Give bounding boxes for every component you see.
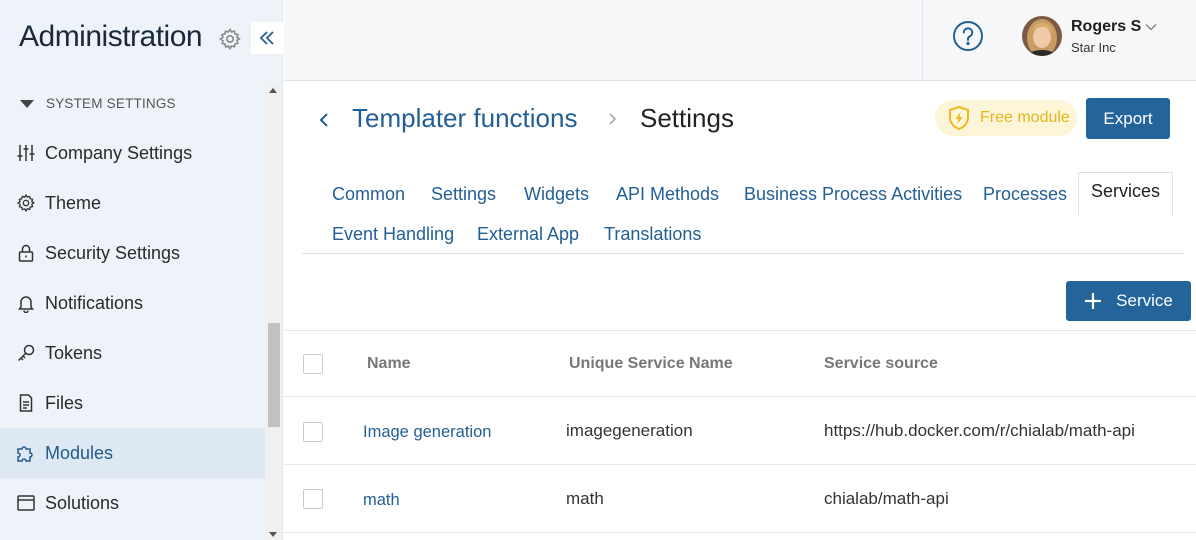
help-icon[interactable]	[952, 20, 984, 52]
collapse-sidebar-button[interactable]	[251, 22, 283, 54]
select-all-checkbox[interactable]	[303, 354, 323, 374]
sidebar-item-label: Theme	[45, 192, 102, 213]
tab-external-app[interactable]: External App	[477, 224, 579, 245]
badge-label: Free module	[980, 109, 1070, 126]
sidebar-item-label: Files	[45, 392, 84, 413]
window-icon	[15, 492, 37, 514]
scroll-up-arrow-icon[interactable]	[269, 88, 277, 93]
double-chevron-left-icon	[259, 31, 274, 45]
row-checkbox[interactable]	[303, 489, 323, 509]
user-org: Star Inc	[1071, 40, 1116, 55]
unique-service-name: imagegeneration	[566, 421, 693, 440]
section-label: SYSTEM SETTINGS	[46, 96, 176, 111]
column-header-service-source[interactable]: Service source	[824, 355, 938, 373]
row-checkbox[interactable]	[303, 422, 323, 442]
sidebar: Administration SYSTEM SETTINGS Company S…	[0, 0, 283, 540]
gear-icon	[15, 192, 37, 214]
tab-business-process-activities[interactable]: Business Process Activities	[744, 184, 962, 205]
tab-common[interactable]: Common	[332, 184, 405, 205]
add-service-label: Service	[1116, 291, 1173, 310]
table-row-divider	[284, 532, 1196, 533]
tab-processes[interactable]: Processes	[983, 184, 1067, 205]
gear-icon[interactable]	[218, 27, 242, 51]
tab-event-handling[interactable]: Event Handling	[332, 224, 454, 245]
sliders-icon	[15, 142, 37, 164]
sidebar-item-label: Modules	[45, 442, 114, 463]
column-header-unique-service-name[interactable]: Unique Service Name	[569, 355, 733, 373]
sidebar-scrollbar[interactable]	[266, 84, 280, 540]
caret-down-icon	[20, 99, 34, 108]
file-icon	[15, 392, 37, 414]
tabs-divider	[302, 253, 1184, 254]
bell-icon	[15, 292, 37, 314]
avatar[interactable]	[1022, 16, 1062, 56]
sidebar-item-label: Solutions	[45, 492, 120, 513]
tab-settings[interactable]: Settings	[431, 184, 496, 205]
breadcrumb-parent-link[interactable]: Templater functions	[352, 103, 577, 134]
sidebar-item-modules[interactable]: Modules	[0, 428, 265, 478]
lock-icon	[15, 242, 37, 264]
chevron-down-icon[interactable]	[1144, 20, 1158, 34]
tab-widgets[interactable]: Widgets	[524, 184, 589, 205]
key-icon	[15, 342, 37, 364]
tab-translations[interactable]: Translations	[604, 224, 701, 245]
sidebar-item-label: Tokens	[45, 342, 103, 363]
sidebar-item-security-settings[interactable]: Security Settings	[0, 228, 265, 278]
back-chevron-icon[interactable]	[316, 110, 332, 130]
page-title: Settings	[640, 103, 734, 133]
sidebar-item-label: Company Settings	[45, 142, 193, 163]
puzzle-icon	[15, 442, 37, 464]
sidebar-item-label: Notifications	[45, 292, 144, 313]
tab-api-methods[interactable]: API Methods	[616, 184, 719, 205]
sidebar-item-theme[interactable]: Theme	[0, 178, 265, 228]
table-row-divider	[284, 396, 1196, 397]
service-name-link[interactable]: Image generation	[363, 423, 491, 442]
service-source: https://hub.docker.com/r/chialab/math-ap…	[824, 421, 1135, 440]
chevron-right-icon	[609, 113, 617, 125]
app-title: Administration	[19, 20, 203, 53]
plus-icon	[1085, 293, 1102, 309]
sidebar-item-label: Security Settings	[45, 242, 181, 263]
service-source: chialab/math-api	[824, 489, 949, 508]
sidebar-scrollbar-thumb[interactable]	[268, 323, 280, 427]
add-service-button[interactable]: Service	[1066, 281, 1191, 321]
topbar-divider	[922, 0, 923, 80]
column-header-name[interactable]: Name	[367, 355, 411, 373]
sidebar-item-company-settings[interactable]: Company Settings	[0, 128, 265, 178]
table-top-border	[284, 330, 1196, 331]
unique-service-name: math	[566, 489, 604, 508]
scroll-down-arrow-icon[interactable]	[269, 532, 277, 537]
sidebar-item-solutions[interactable]: Solutions	[0, 478, 265, 528]
service-name-link[interactable]: math	[363, 491, 400, 510]
shield-bolt-icon	[949, 105, 969, 131]
sidebar-item-files[interactable]: Files	[0, 378, 265, 428]
sidebar-header: Administration	[0, 0, 283, 80]
free-module-badge: Free module	[935, 100, 1077, 136]
user-name[interactable]: Rogers S	[1071, 18, 1141, 36]
table-row-divider	[284, 464, 1196, 465]
sidebar-item-tokens[interactable]: Tokens	[0, 328, 265, 378]
tab-services[interactable]: Services	[1078, 172, 1174, 215]
section-system-settings[interactable]: SYSTEM SETTINGS	[20, 96, 176, 111]
export-button[interactable]: Export	[1086, 98, 1170, 139]
sidebar-item-notifications[interactable]: Notifications	[0, 278, 265, 328]
